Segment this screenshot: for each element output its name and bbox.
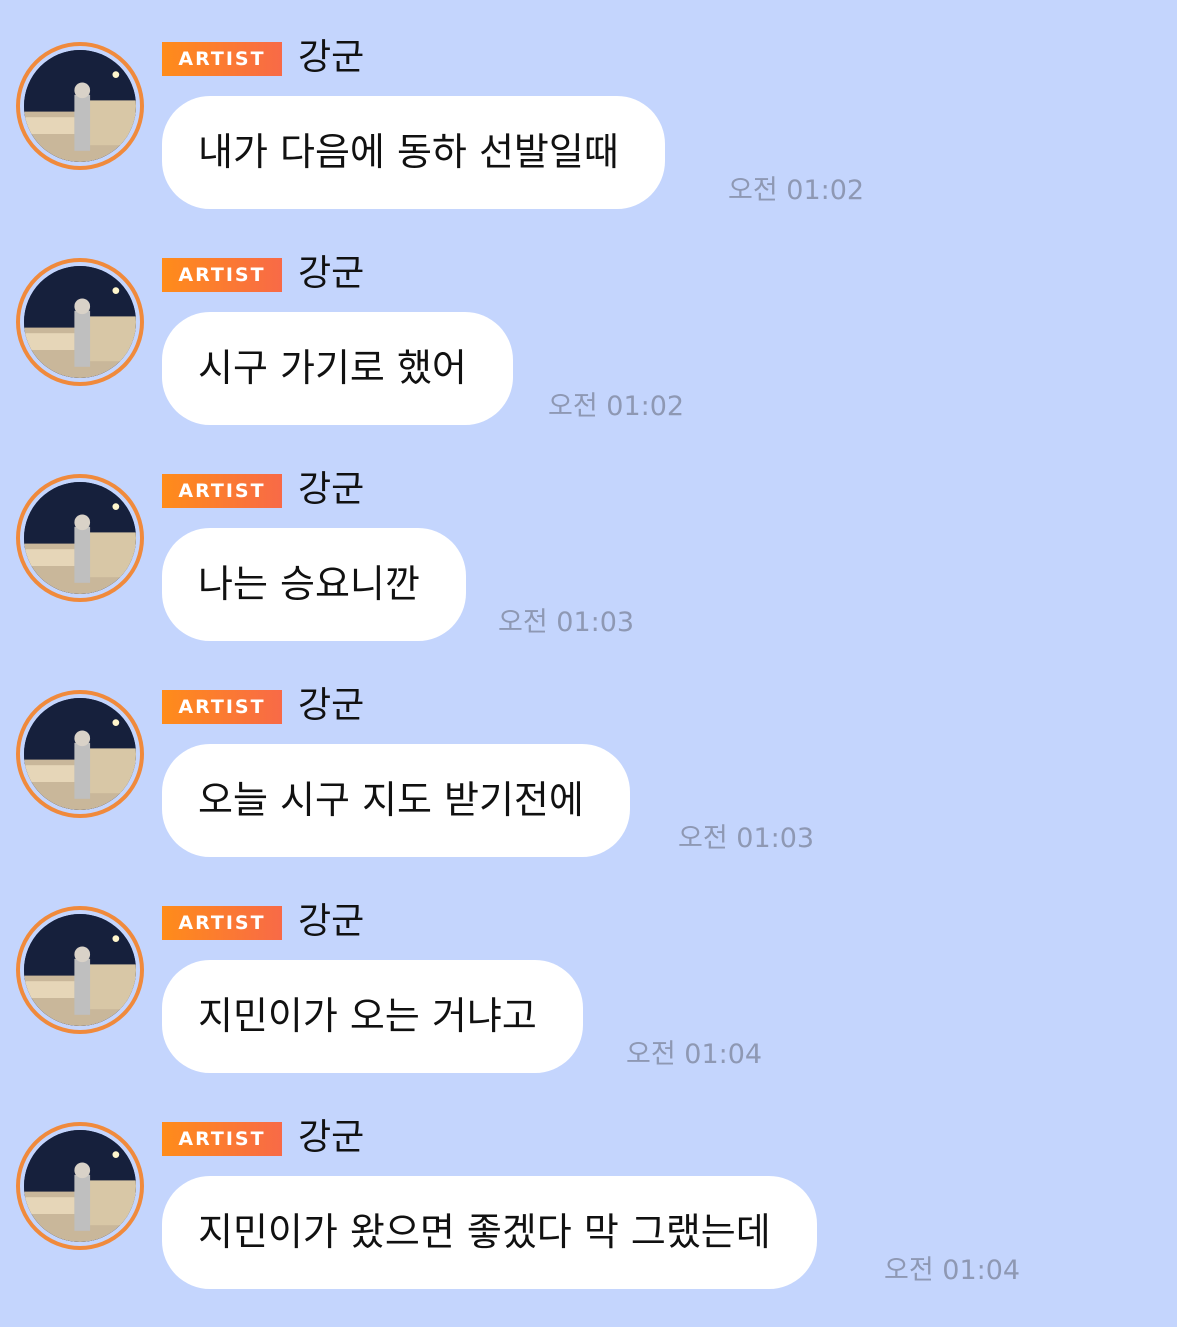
avatar-photo: [24, 698, 136, 810]
avatar[interactable]: [16, 258, 144, 386]
message-bubble[interactable]: 나는 승요니깐: [162, 528, 466, 641]
chat-message: ARTIST 강군 내가 다음에 동하 선발일때 오전 01:02: [0, 0, 1177, 216]
avatar-photo: [24, 482, 136, 594]
message-bubble[interactable]: 오늘 시구 지도 받기전에: [162, 744, 630, 857]
avatar[interactable]: [16, 42, 144, 170]
message-bubble[interactable]: 내가 다음에 동하 선발일때: [162, 96, 665, 209]
message-timestamp: 오전 01:04: [884, 1255, 1021, 1286]
avatar-photo: [24, 914, 136, 1026]
message-bubble[interactable]: 지민이가 오는 거냐고: [162, 960, 583, 1073]
message-bubble[interactable]: 시구 가기로 했어: [162, 312, 513, 425]
message-timestamp: 오전 01:04: [626, 1039, 763, 1070]
message-timestamp: 오전 01:02: [728, 175, 865, 206]
sender-name: 강군: [298, 685, 365, 726]
avatar-photo: [24, 50, 136, 162]
chat-screen: { "messages": [ {"badge": "ARTIST", "sen…: [0, 0, 1177, 1327]
message-timestamp: 오전 01:02: [548, 391, 685, 422]
artist-badge: ARTIST: [162, 690, 282, 724]
artist-badge: ARTIST: [162, 42, 282, 76]
sender-name: 강군: [298, 1117, 365, 1158]
message-bubble[interactable]: 지민이가 왔으면 좋겠다 막 그랬는데: [162, 1176, 817, 1289]
sender-name: 강군: [298, 469, 365, 510]
chat-message: ARTIST 강군 지민이가 오는 거냐고 오전 01:04: [0, 864, 1177, 1080]
sender-name: 강군: [298, 37, 365, 78]
avatar[interactable]: [16, 474, 144, 602]
chat-message: ARTIST 강군 나는 승요니깐 오전 01:03: [0, 432, 1177, 648]
sender-name: 강군: [298, 901, 365, 942]
artist-badge: ARTIST: [162, 474, 282, 508]
avatar[interactable]: [16, 1122, 144, 1250]
artist-badge: ARTIST: [162, 258, 282, 292]
artist-badge: ARTIST: [162, 1122, 282, 1156]
chat-message: ARTIST 강군 시구 가기로 했어 오전 01:02: [0, 216, 1177, 432]
sender-name: 강군: [298, 253, 365, 294]
message-timestamp: 오전 01:03: [678, 823, 815, 854]
avatar[interactable]: [16, 906, 144, 1034]
avatar-photo: [24, 1130, 136, 1242]
chat-message: ARTIST 강군 지민이가 왔으면 좋겠다 막 그랬는데 오전 01:04: [0, 1080, 1177, 1296]
avatar[interactable]: [16, 690, 144, 818]
message-timestamp: 오전 01:03: [498, 607, 635, 638]
avatar-photo: [24, 266, 136, 378]
chat-message: ARTIST 강군 오늘 시구 지도 받기전에 오전 01:03: [0, 648, 1177, 864]
artist-badge: ARTIST: [162, 906, 282, 940]
